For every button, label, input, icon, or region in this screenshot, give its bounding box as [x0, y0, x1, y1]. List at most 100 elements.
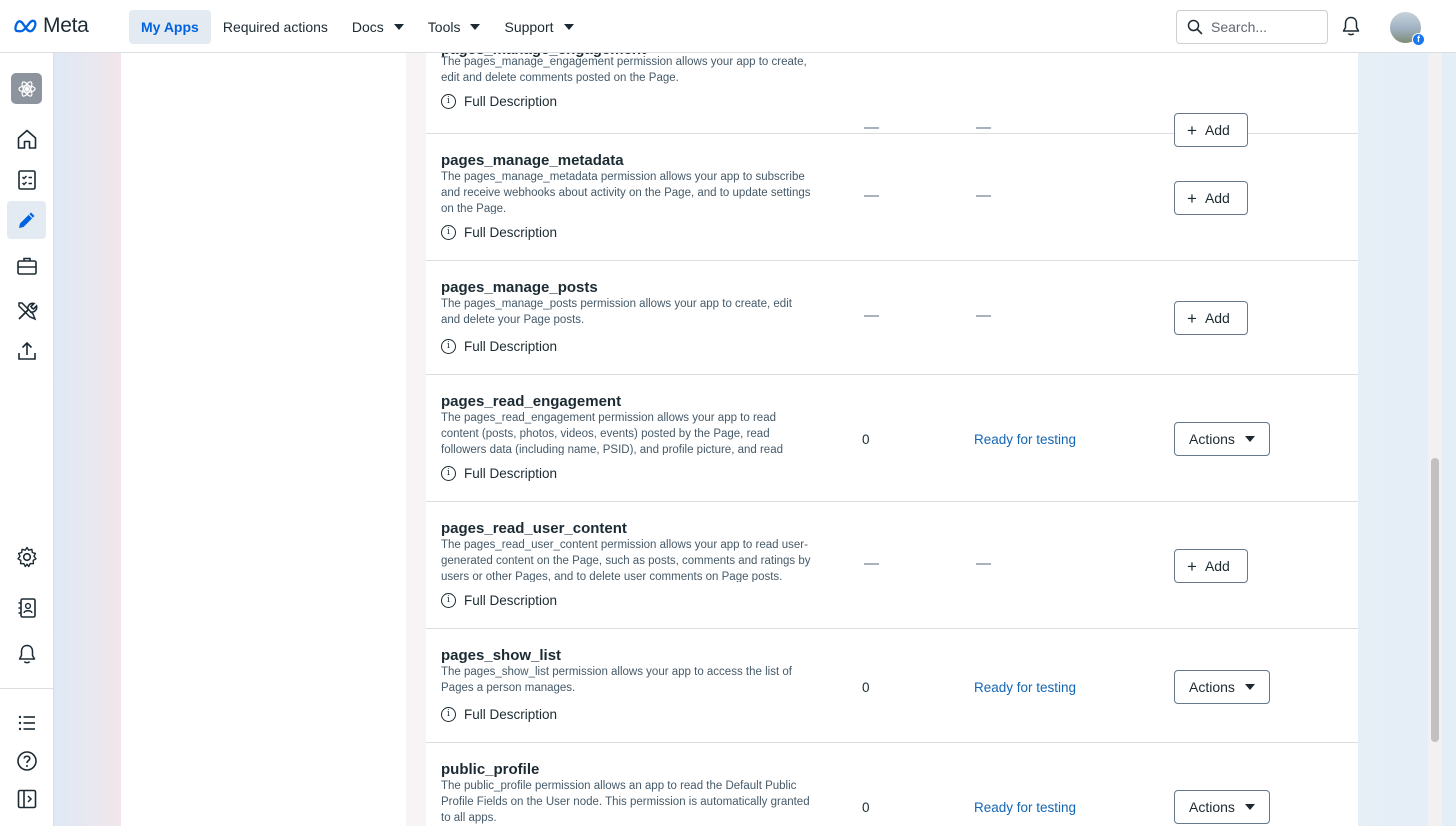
full-description-link[interactable]: i Full Description [441, 339, 557, 354]
info-icon: i [441, 593, 456, 608]
nav-docs[interactable]: Docs [340, 10, 416, 44]
actions-dropdown[interactable]: Actions [1174, 422, 1270, 456]
search-icon [1187, 19, 1203, 35]
full-description-link[interactable]: i Full Description [441, 466, 557, 481]
request-count: 0 [862, 432, 870, 447]
facebook-badge-icon: f [1412, 33, 1425, 46]
full-description-link[interactable]: i Full Description [441, 707, 557, 722]
full-description-label: Full Description [464, 593, 558, 608]
info-icon: i [441, 225, 456, 240]
actions-label: Actions [1189, 431, 1235, 447]
permission-name: pages_read_user_content [441, 520, 627, 537]
search-box[interactable] [1176, 10, 1328, 44]
home-icon[interactable] [7, 120, 46, 158]
permission-description: The pages_manage_metadata permission all… [441, 171, 811, 214]
info-icon: i [441, 339, 456, 354]
avatar[interactable]: f [1390, 12, 1425, 46]
request-count-empty [864, 315, 879, 317]
table-row: pages_show_list The pages_show_list perm… [426, 629, 1358, 743]
status-link[interactable]: Ready for testing [974, 680, 1076, 695]
status-link[interactable]: Ready for testing [974, 800, 1076, 815]
left-rail [0, 53, 54, 826]
actions-label: Actions [1189, 679, 1235, 695]
help-icon[interactable] [7, 742, 46, 780]
scrollbar-thumb[interactable] [1431, 458, 1439, 742]
permission-description: The pages_manage_posts permission allows… [441, 298, 792, 326]
caret-down-icon [1244, 684, 1255, 690]
actions-dropdown[interactable]: Actions [1174, 670, 1270, 704]
contacts-icon[interactable] [7, 589, 46, 627]
request-count-empty [864, 563, 879, 565]
full-description-link[interactable]: i Full Description [441, 593, 557, 608]
sidebar-toggle-icon[interactable] [7, 780, 46, 818]
nav-my-apps-label: My Apps [141, 19, 199, 35]
top-navigation-bar: Meta My Apps Required actions Docs Tools… [0, 0, 1456, 53]
plus-icon: + [1187, 188, 1197, 208]
add-button-label: Add [1204, 190, 1230, 206]
permission-name: public_profile [441, 761, 540, 778]
plus-icon: + [1187, 556, 1197, 576]
add-button[interactable]: + Add [1174, 549, 1248, 583]
status-empty [976, 315, 991, 317]
permission-name: pages_show_list [441, 647, 562, 664]
rail-divider [0, 688, 54, 689]
nav-docs-label: Docs [351, 19, 384, 35]
nav-support-label: Support [504, 19, 554, 35]
notifications-bell-icon[interactable] [1340, 15, 1362, 42]
info-icon: i [441, 466, 456, 481]
actions-label: Actions [1189, 799, 1235, 815]
table-row: pages_manage_metadata The pages_manage_m… [426, 134, 1358, 261]
actions-dropdown[interactable]: Actions [1174, 790, 1270, 824]
status-empty [976, 563, 991, 565]
pencil-icon[interactable] [7, 201, 46, 239]
full-description-label: Full Description [464, 94, 558, 109]
request-count: 0 [862, 680, 870, 695]
status-empty [976, 195, 991, 197]
checklist-icon[interactable] [7, 161, 46, 199]
nav-required-actions-label: Required actions [222, 19, 328, 35]
permission-description: The pages_read_user_content permission a… [441, 539, 811, 582]
full-description-label: Full Description [464, 466, 558, 481]
request-count-empty [864, 127, 879, 129]
bell-icon[interactable] [7, 635, 46, 673]
tools-icon[interactable] [7, 292, 46, 330]
request-count: 0 [862, 800, 870, 815]
table-row: public_profile The public_profile permis… [426, 743, 1358, 826]
search-input[interactable] [1211, 19, 1321, 35]
table-row: pages_manage_engagement The pages_manage… [426, 53, 1358, 147]
full-description-label: Full Description [464, 707, 558, 722]
permission-name: pages_read_engagement [441, 393, 622, 410]
briefcase-icon[interactable] [7, 247, 46, 285]
full-description-label: Full Description [464, 339, 558, 354]
caret-down-icon [1244, 436, 1255, 442]
nav-required-actions[interactable]: Required actions [211, 10, 340, 44]
meta-logo[interactable]: Meta [14, 14, 89, 38]
list-icon[interactable] [7, 704, 46, 742]
status-link[interactable]: Ready for testing [974, 432, 1076, 447]
permission-description: The pages_read_engagement permission all… [441, 412, 783, 455]
add-button-label: Add [1204, 558, 1230, 574]
full-description-label: Full Description [464, 225, 558, 240]
permission-description: The pages_show_list permission allows yo… [441, 666, 792, 694]
table-row: pages_read_engagement The pages_read_eng… [426, 375, 1358, 502]
info-icon: i [441, 707, 456, 722]
full-description-link[interactable]: i Full Description [441, 94, 557, 109]
add-button[interactable]: + Add [1174, 301, 1248, 335]
caret-down-icon [470, 24, 481, 30]
nav-support[interactable]: Support [492, 10, 585, 44]
permission-description: The pages_manage_engagement permission a… [441, 56, 807, 84]
request-count-empty [864, 195, 879, 197]
add-button[interactable]: + Add [1174, 181, 1248, 215]
gear-icon[interactable] [7, 538, 46, 576]
app-icon[interactable] [11, 73, 42, 104]
upload-icon[interactable] [7, 332, 46, 370]
permission-name: pages_manage_posts [441, 279, 598, 296]
status-empty [976, 127, 991, 129]
plus-icon: + [1187, 308, 1197, 328]
permission-name: pages_manage_metadata [441, 152, 624, 169]
add-button-label: Add [1204, 310, 1230, 326]
nav-my-apps[interactable]: My Apps [129, 10, 211, 44]
nav-tools[interactable]: Tools [416, 10, 493, 44]
caret-down-icon [563, 24, 574, 30]
full-description-link[interactable]: i Full Description [441, 225, 557, 240]
